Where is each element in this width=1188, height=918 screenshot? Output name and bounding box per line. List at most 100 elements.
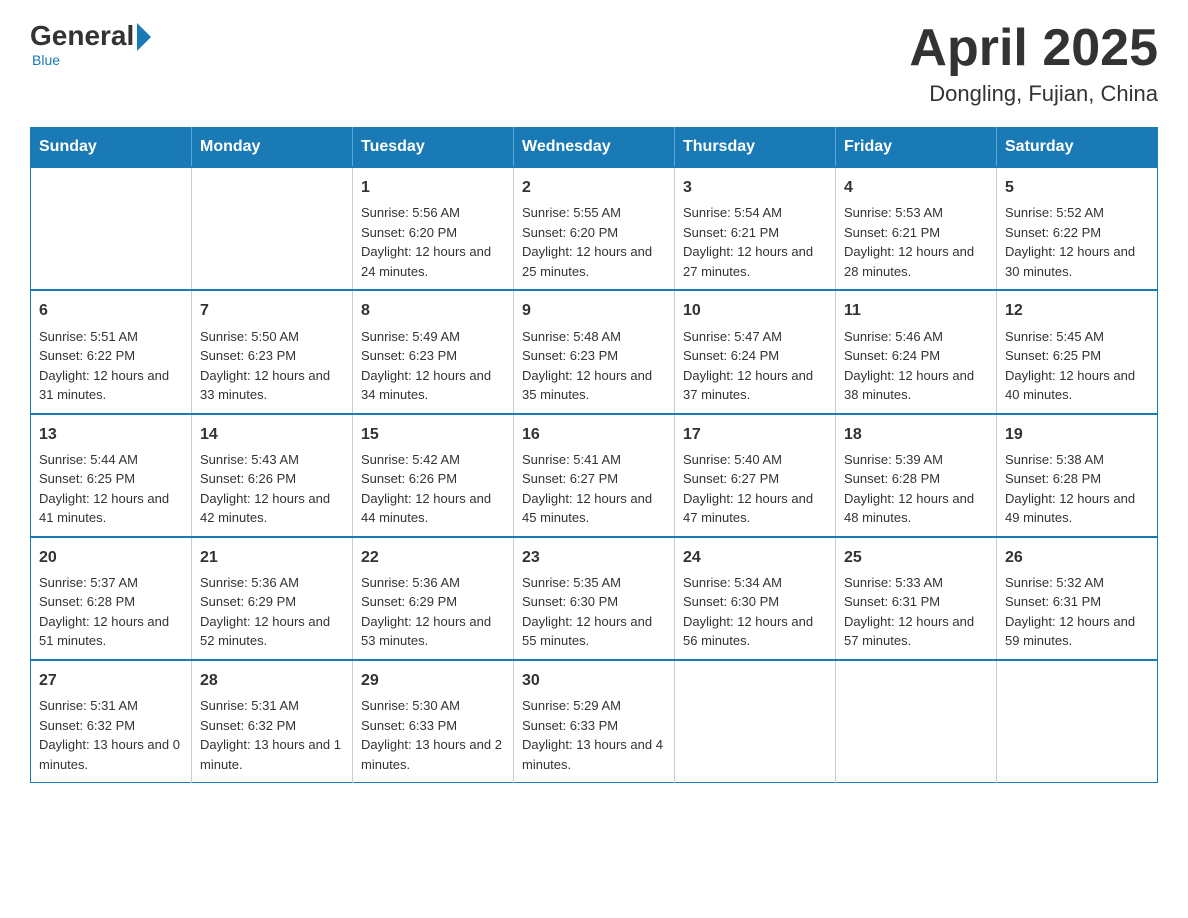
day-info: Sunrise: 5:55 AM Sunset: 6:20 PM Dayligh… [522, 203, 666, 281]
day-info: Sunrise: 5:48 AM Sunset: 6:23 PM Dayligh… [522, 327, 666, 405]
day-info: Sunrise: 5:31 AM Sunset: 6:32 PM Dayligh… [39, 696, 183, 774]
weekday-header-friday: Friday [836, 128, 997, 168]
day-info: Sunrise: 5:40 AM Sunset: 6:27 PM Dayligh… [683, 450, 827, 528]
calendar-cell: 11 Sunrise: 5:46 AM Sunset: 6:24 PM Dayli… [836, 290, 997, 413]
calendar-cell: 17 Sunrise: 5:40 AM Sunset: 6:27 PM Dayli… [675, 414, 836, 537]
day-info: Sunrise: 5:49 AM Sunset: 6:23 PM Dayligh… [361, 327, 505, 405]
day-number: 25 [844, 546, 988, 569]
calendar-header: SundayMondayTuesdayWednesdayThursdayFrid… [31, 128, 1158, 168]
weekday-header-sunday: Sunday [31, 128, 192, 168]
day-info: Sunrise: 5:51 AM Sunset: 6:22 PM Dayligh… [39, 327, 183, 405]
title-block: April 2025 Dongling, Fujian, China [909, 20, 1158, 107]
day-info: Sunrise: 5:43 AM Sunset: 6:26 PM Dayligh… [200, 450, 344, 528]
calendar-body: 1 Sunrise: 5:56 AM Sunset: 6:20 PM Daylig… [31, 167, 1158, 782]
day-number: 13 [39, 423, 183, 446]
day-info: Sunrise: 5:46 AM Sunset: 6:24 PM Dayligh… [844, 327, 988, 405]
day-number: 3 [683, 176, 827, 199]
day-info: Sunrise: 5:31 AM Sunset: 6:32 PM Dayligh… [200, 696, 344, 774]
calendar-week-row-5: 27 Sunrise: 5:31 AM Sunset: 6:32 PM Dayli… [31, 660, 1158, 783]
weekday-header-monday: Monday [192, 128, 353, 168]
day-number: 11 [844, 299, 988, 322]
day-number: 14 [200, 423, 344, 446]
calendar-cell: 18 Sunrise: 5:39 AM Sunset: 6:28 PM Dayli… [836, 414, 997, 537]
calendar-cell: 16Sunrise: 5:41 AM Sunset: 6:27 PM Dayli… [514, 414, 675, 537]
day-number: 16 [522, 423, 666, 446]
calendar-cell: 20 Sunrise: 5:37 AM Sunset: 6:28 PM Dayli… [31, 537, 192, 660]
day-info: Sunrise: 5:54 AM Sunset: 6:21 PM Dayligh… [683, 203, 827, 281]
calendar-table: SundayMondayTuesdayWednesdayThursdayFrid… [30, 127, 1158, 783]
weekday-header-thursday: Thursday [675, 128, 836, 168]
calendar-cell: 19Sunrise: 5:38 AM Sunset: 6:28 PM Dayli… [997, 414, 1158, 537]
calendar-cell: 1 Sunrise: 5:56 AM Sunset: 6:20 PM Daylig… [353, 167, 514, 290]
day-number: 9 [522, 299, 666, 322]
day-info: Sunrise: 5:36 AM Sunset: 6:29 PM Dayligh… [200, 573, 344, 651]
day-number: 20 [39, 546, 183, 569]
calendar-cell: 28 Sunrise: 5:31 AM Sunset: 6:32 PM Dayli… [192, 660, 353, 783]
day-number: 1 [361, 176, 505, 199]
day-info: Sunrise: 5:37 AM Sunset: 6:28 PM Dayligh… [39, 573, 183, 651]
calendar-cell: 6 Sunrise: 5:51 AM Sunset: 6:22 PM Daylig… [31, 290, 192, 413]
calendar-cell: 12 Sunrise: 5:45 AM Sunset: 6:25 PM Dayli… [997, 290, 1158, 413]
calendar-cell: 13 Sunrise: 5:44 AM Sunset: 6:25 PM Dayli… [31, 414, 192, 537]
day-number: 29 [361, 669, 505, 692]
weekday-header-row: SundayMondayTuesdayWednesdayThursdayFrid… [31, 128, 1158, 168]
calendar-cell: 29 Sunrise: 5:30 AM Sunset: 6:33 PM Dayli… [353, 660, 514, 783]
calendar-week-row-4: 20 Sunrise: 5:37 AM Sunset: 6:28 PM Dayli… [31, 537, 1158, 660]
calendar-week-row-3: 13 Sunrise: 5:44 AM Sunset: 6:25 PM Dayli… [31, 414, 1158, 537]
calendar-cell: 14 Sunrise: 5:43 AM Sunset: 6:26 PM Dayli… [192, 414, 353, 537]
calendar-cell: 27 Sunrise: 5:31 AM Sunset: 6:32 PM Dayli… [31, 660, 192, 783]
day-info: Sunrise: 5:29 AM Sunset: 6:33 PM Dayligh… [522, 696, 666, 774]
day-number: 8 [361, 299, 505, 322]
day-number: 22 [361, 546, 505, 569]
logo-blue-text: Blue [32, 52, 60, 68]
calendar-cell: 24Sunrise: 5:34 AM Sunset: 6:30 PM Dayli… [675, 537, 836, 660]
day-info: Sunrise: 5:42 AM Sunset: 6:26 PM Dayligh… [361, 450, 505, 528]
day-info: Sunrise: 5:30 AM Sunset: 6:33 PM Dayligh… [361, 696, 505, 774]
day-number: 23 [522, 546, 666, 569]
day-number: 17 [683, 423, 827, 446]
calendar-cell: 10Sunrise: 5:47 AM Sunset: 6:24 PM Dayli… [675, 290, 836, 413]
calendar-cell: 8 Sunrise: 5:49 AM Sunset: 6:23 PM Daylig… [353, 290, 514, 413]
day-number: 6 [39, 299, 183, 322]
calendar-cell [192, 167, 353, 290]
weekday-header-wednesday: Wednesday [514, 128, 675, 168]
calendar-cell [997, 660, 1158, 783]
day-info: Sunrise: 5:44 AM Sunset: 6:25 PM Dayligh… [39, 450, 183, 528]
month-title: April 2025 [909, 20, 1158, 77]
calendar-cell: 4Sunrise: 5:53 AM Sunset: 6:21 PM Daylig… [836, 167, 997, 290]
day-info: Sunrise: 5:38 AM Sunset: 6:28 PM Dayligh… [1005, 450, 1149, 528]
calendar-cell: 23Sunrise: 5:35 AM Sunset: 6:30 PM Dayli… [514, 537, 675, 660]
day-number: 18 [844, 423, 988, 446]
logo: General Blue [30, 20, 151, 70]
day-number: 21 [200, 546, 344, 569]
calendar-cell: 2Sunrise: 5:55 AM Sunset: 6:20 PM Daylig… [514, 167, 675, 290]
calendar-cell: 9 Sunrise: 5:48 AM Sunset: 6:23 PM Daylig… [514, 290, 675, 413]
day-info: Sunrise: 5:56 AM Sunset: 6:20 PM Dayligh… [361, 203, 505, 281]
calendar-week-row-1: 1 Sunrise: 5:56 AM Sunset: 6:20 PM Daylig… [31, 167, 1158, 290]
day-number: 27 [39, 669, 183, 692]
day-number: 24 [683, 546, 827, 569]
calendar-cell [31, 167, 192, 290]
day-number: 12 [1005, 299, 1149, 322]
day-number: 26 [1005, 546, 1149, 569]
calendar-cell: 30Sunrise: 5:29 AM Sunset: 6:33 PM Dayli… [514, 660, 675, 783]
day-number: 4 [844, 176, 988, 199]
calendar-cell: 22Sunrise: 5:36 AM Sunset: 6:29 PM Dayli… [353, 537, 514, 660]
calendar-cell: 15Sunrise: 5:42 AM Sunset: 6:26 PM Dayli… [353, 414, 514, 537]
logo-general-text: General [30, 20, 134, 52]
location-title: Dongling, Fujian, China [909, 81, 1158, 107]
weekday-header-saturday: Saturday [997, 128, 1158, 168]
day-number: 5 [1005, 176, 1149, 199]
calendar-cell: 21 Sunrise: 5:36 AM Sunset: 6:29 PM Dayli… [192, 537, 353, 660]
day-number: 28 [200, 669, 344, 692]
day-info: Sunrise: 5:39 AM Sunset: 6:28 PM Dayligh… [844, 450, 988, 528]
page-header: General Blue April 2025 Dongling, Fujian… [30, 20, 1158, 107]
calendar-week-row-2: 6 Sunrise: 5:51 AM Sunset: 6:22 PM Daylig… [31, 290, 1158, 413]
day-number: 10 [683, 299, 827, 322]
logo-arrow-icon [137, 23, 151, 51]
day-info: Sunrise: 5:52 AM Sunset: 6:22 PM Dayligh… [1005, 203, 1149, 281]
day-info: Sunrise: 5:32 AM Sunset: 6:31 PM Dayligh… [1005, 573, 1149, 651]
day-info: Sunrise: 5:50 AM Sunset: 6:23 PM Dayligh… [200, 327, 344, 405]
weekday-header-tuesday: Tuesday [353, 128, 514, 168]
day-info: Sunrise: 5:45 AM Sunset: 6:25 PM Dayligh… [1005, 327, 1149, 405]
